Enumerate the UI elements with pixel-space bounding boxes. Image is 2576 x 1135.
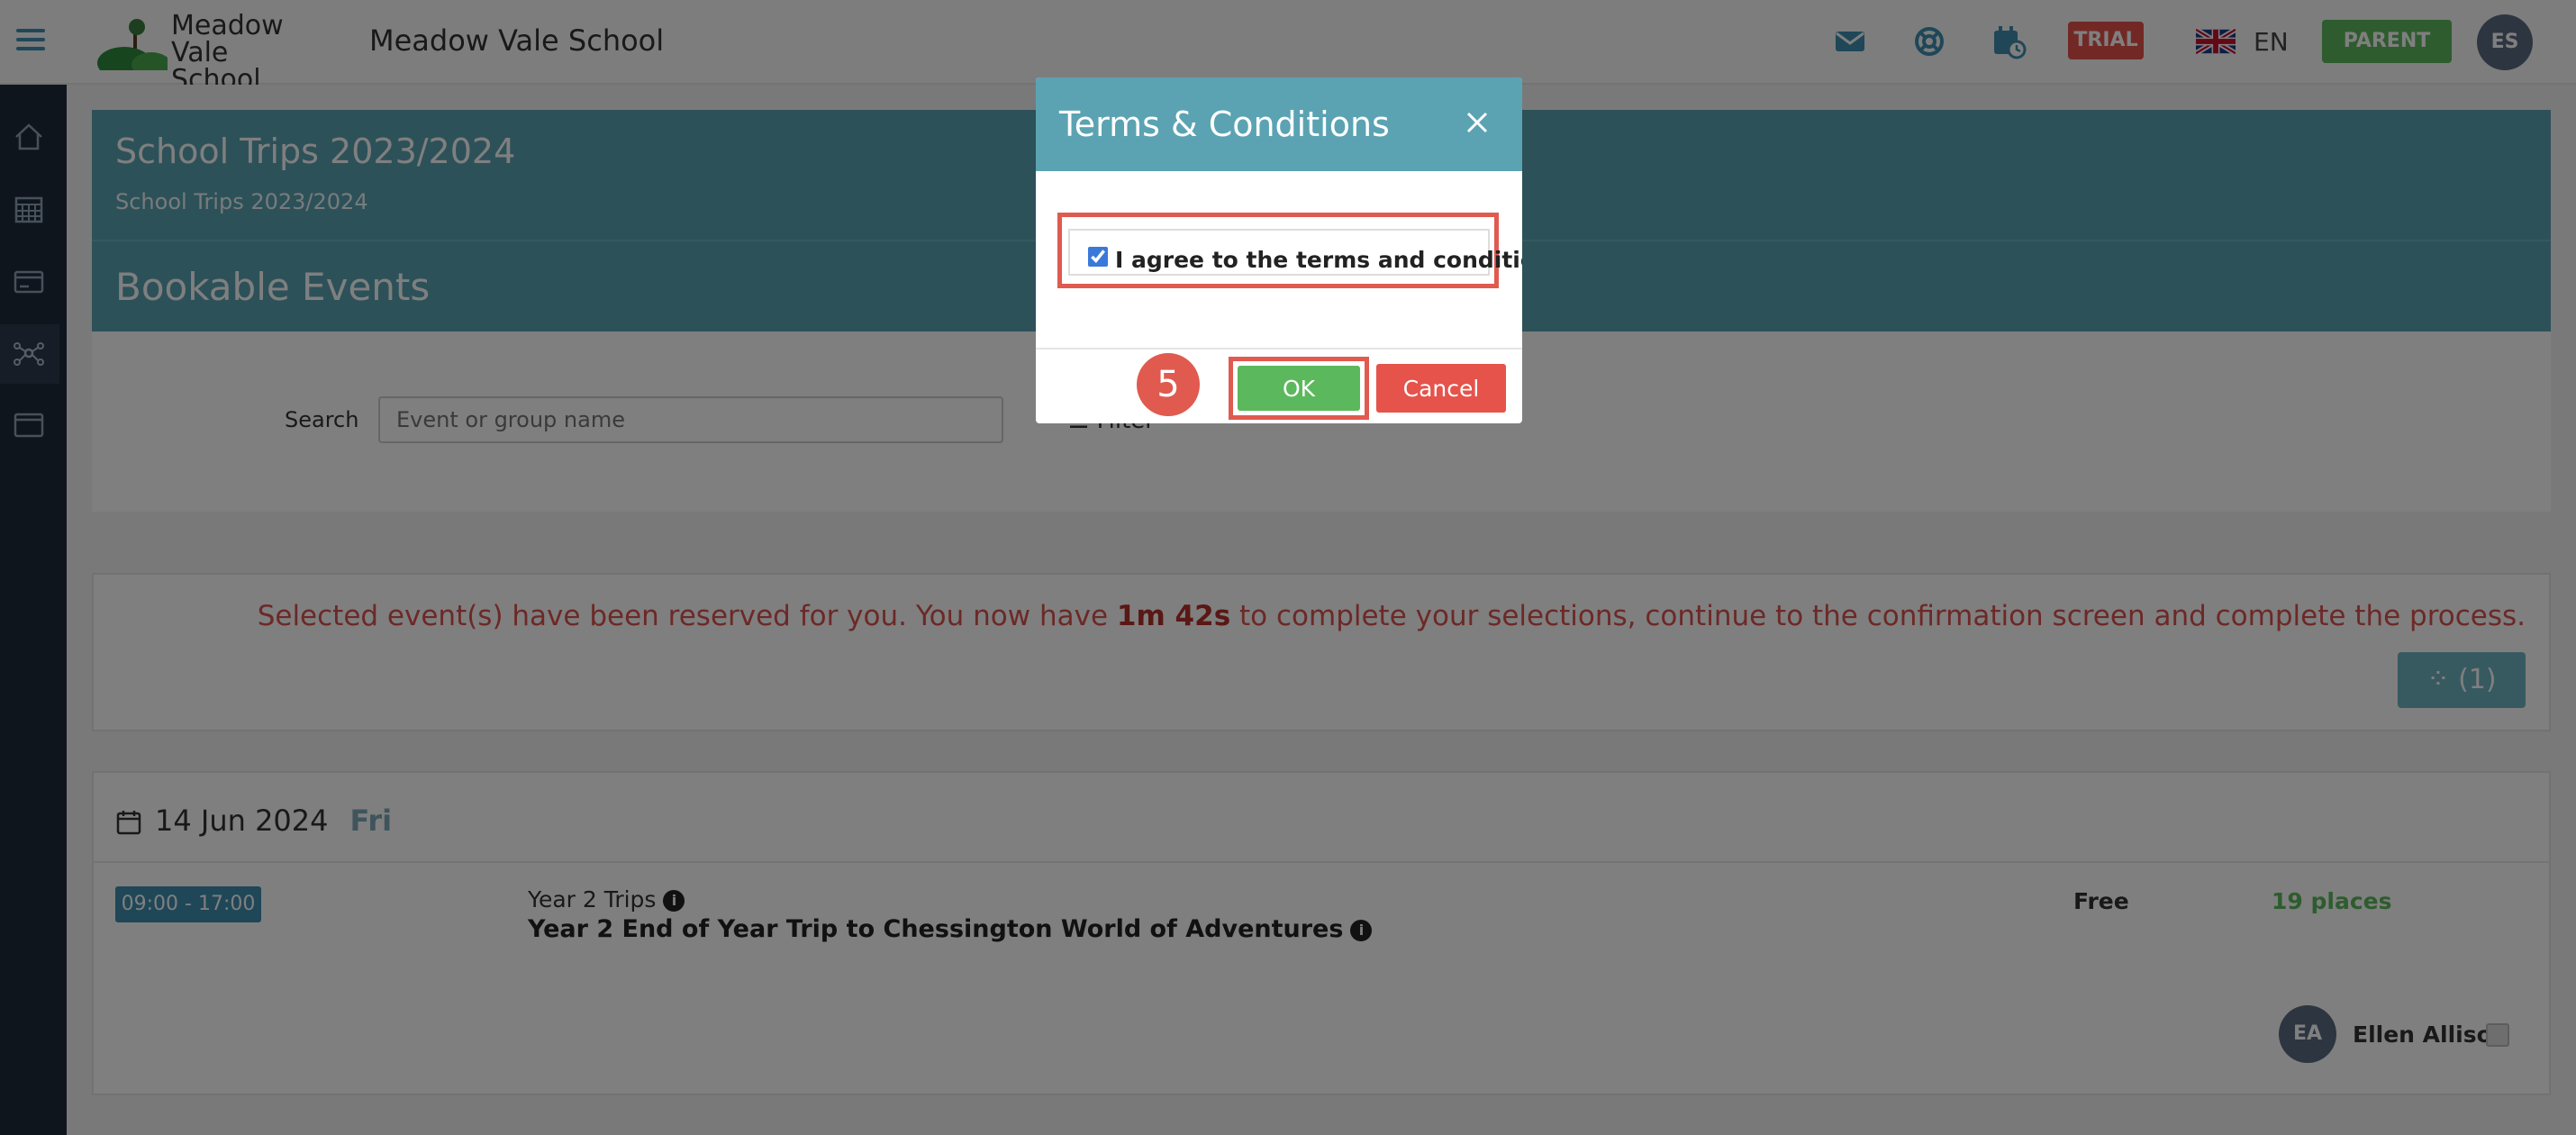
cancel-button[interactable]: Cancel (1376, 364, 1506, 413)
terms-modal: Terms & Conditions I agree to the terms … (1036, 77, 1522, 423)
modal-divider (1036, 348, 1522, 350)
agree-checkbox[interactable] (1088, 247, 1108, 267)
agree-label[interactable]: I agree to the terms and conditions (1115, 247, 1522, 273)
close-icon[interactable] (1459, 104, 1495, 141)
ok-button[interactable]: OK (1238, 366, 1360, 411)
modal-title: Terms & Conditions (1059, 104, 1390, 144)
step-number-badge: 5 (1137, 353, 1200, 416)
